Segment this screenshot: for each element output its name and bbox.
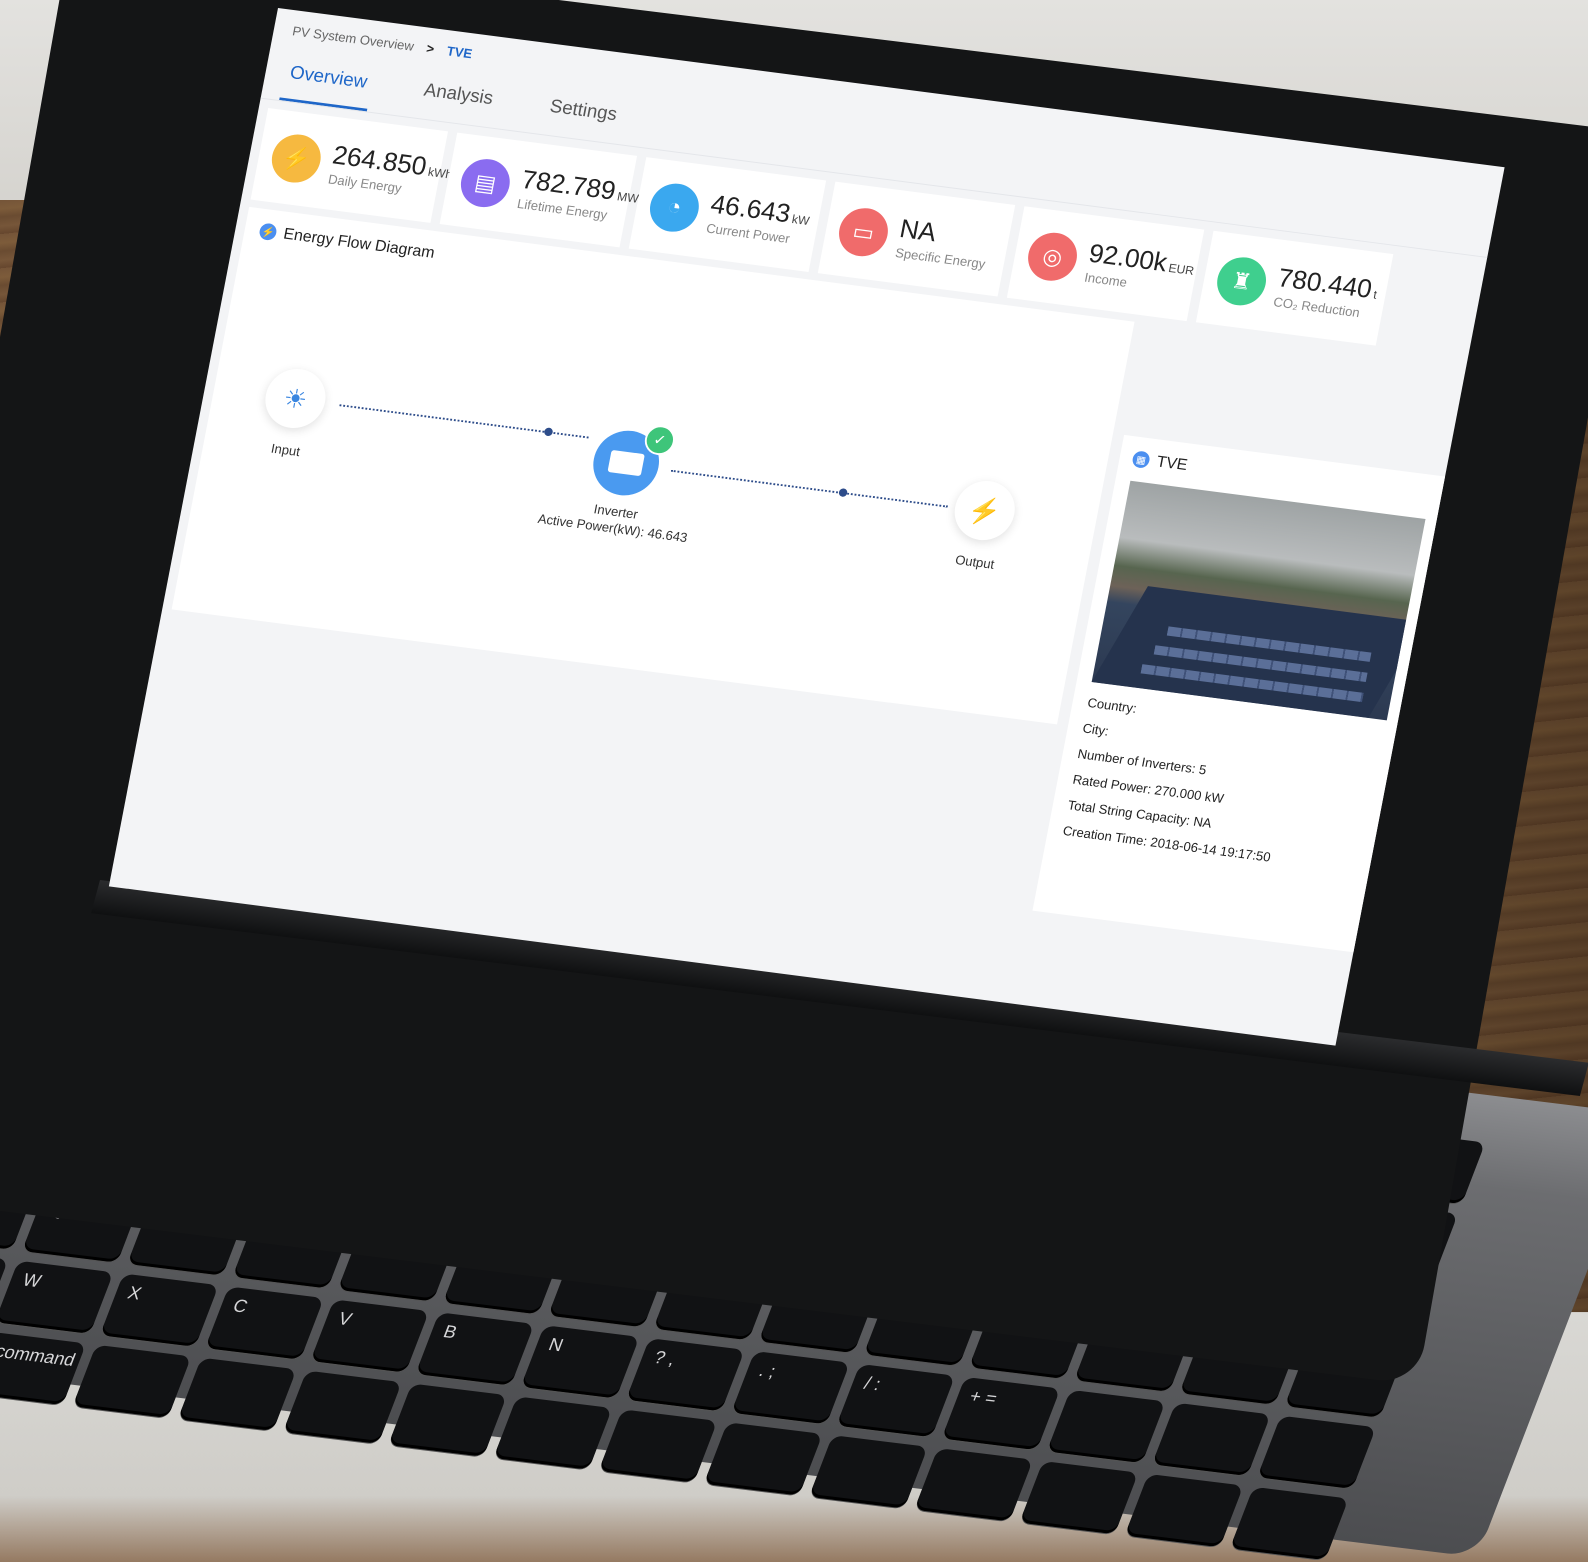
coins-icon: ◎ <box>1023 229 1082 284</box>
kpi-income: ◎ 92.00kEUR Income <box>1006 206 1205 322</box>
keyboard-key[interactable]: + = <box>941 1376 1061 1451</box>
energy-flow-title: Energy Flow Diagram <box>282 224 437 262</box>
breadcrumb-root[interactable]: PV System Overview <box>291 23 415 53</box>
battery-icon: ▭ <box>834 205 893 260</box>
kpi-specific-energy: ▭ NA Specific Energy <box>817 181 1016 297</box>
keyboard-key[interactable]: . ; <box>731 1351 851 1425</box>
keyboard-key[interactable]: X <box>99 1273 219 1347</box>
breadcrumb-separator: > <box>425 40 436 57</box>
keyboard-key[interactable] <box>493 1396 613 1470</box>
keyboard-key[interactable] <box>72 1344 192 1419</box>
keyboard-key[interactable]: N <box>520 1325 640 1399</box>
keyboard-key[interactable] <box>598 1409 718 1483</box>
power-tower-icon[interactable]: ⚡ <box>949 477 1020 544</box>
keyboard-key[interactable]: B <box>415 1312 535 1386</box>
keyboard-key[interactable] <box>1151 1402 1271 1476</box>
keyboard-key[interactable]: V <box>310 1299 430 1373</box>
factory-icon: ♜ <box>1213 254 1271 309</box>
screen: PV System Overview > TVE Overview Analys… <box>108 8 1505 1046</box>
keyboard-key[interactable]: ? , <box>625 1338 745 1412</box>
kpi-co2-reduction: ♜ 780.440t CO₂ Reduction <box>1195 230 1394 346</box>
keyboard-key[interactable]: / : <box>836 1363 956 1438</box>
output-label: Output <box>954 551 996 572</box>
keyboard-key[interactable] <box>808 1435 928 1509</box>
plant-icon: ▦ <box>1131 450 1151 469</box>
keyboard-key[interactable] <box>703 1422 823 1496</box>
keyboard-key[interactable] <box>282 1370 402 1444</box>
flow-marker <box>543 427 554 437</box>
flow-marker <box>838 487 849 498</box>
input-label: Input <box>269 440 302 459</box>
keyboard-key[interactable] <box>1046 1389 1166 1464</box>
kpi-unit: EUR <box>1167 260 1196 278</box>
kpi-lifetime-energy: ▤ 782.789MWh Lifetime Energy <box>439 132 647 248</box>
keyboard-key[interactable] <box>1019 1460 1139 1535</box>
kpi-daily-energy: ⚡ 264.850kWh Daily Energy <box>250 108 454 223</box>
kpi-current-power: ◔ 46.643kW Current Power <box>628 157 827 272</box>
keyboard-key[interactable] <box>1257 1415 1377 1489</box>
kpi-unit: t <box>1372 287 1379 302</box>
keyboard-key[interactable] <box>914 1448 1034 1522</box>
panel-title: ▦ TVE <box>1131 449 1189 474</box>
kpi-value: NA <box>897 213 939 247</box>
solar-panel-icon[interactable]: ☀ <box>260 365 331 432</box>
plant-title: TVE <box>1155 452 1190 474</box>
keyboard-key[interactable]: command <box>0 1331 87 1406</box>
plant-photo <box>1091 480 1426 721</box>
keyboard-key[interactable] <box>177 1357 297 1431</box>
kpi-unit: kW <box>790 211 811 228</box>
lightning-icon: ⚡ <box>258 222 278 242</box>
breadcrumb-current: TVE <box>445 43 474 62</box>
plant-details: Country: City: Number of Inverters: 5 Ra… <box>1060 695 1297 876</box>
gauge-icon: ◔ <box>645 180 703 235</box>
keyboard-key[interactable] <box>1124 1473 1244 1548</box>
meter-icon: ▤ <box>456 156 514 211</box>
keyboard-key[interactable]: C <box>205 1286 324 1360</box>
keyboard-key[interactable] <box>1229 1486 1349 1561</box>
lightning-icon: ⚡ <box>267 131 325 186</box>
kpi-unit <box>937 231 940 245</box>
panel-title: ⚡ Energy Flow Diagram <box>258 222 436 263</box>
output-flow-line <box>670 469 948 508</box>
keyboard-key[interactable] <box>388 1383 508 1457</box>
keyboard-key[interactable]: W <box>0 1260 114 1334</box>
